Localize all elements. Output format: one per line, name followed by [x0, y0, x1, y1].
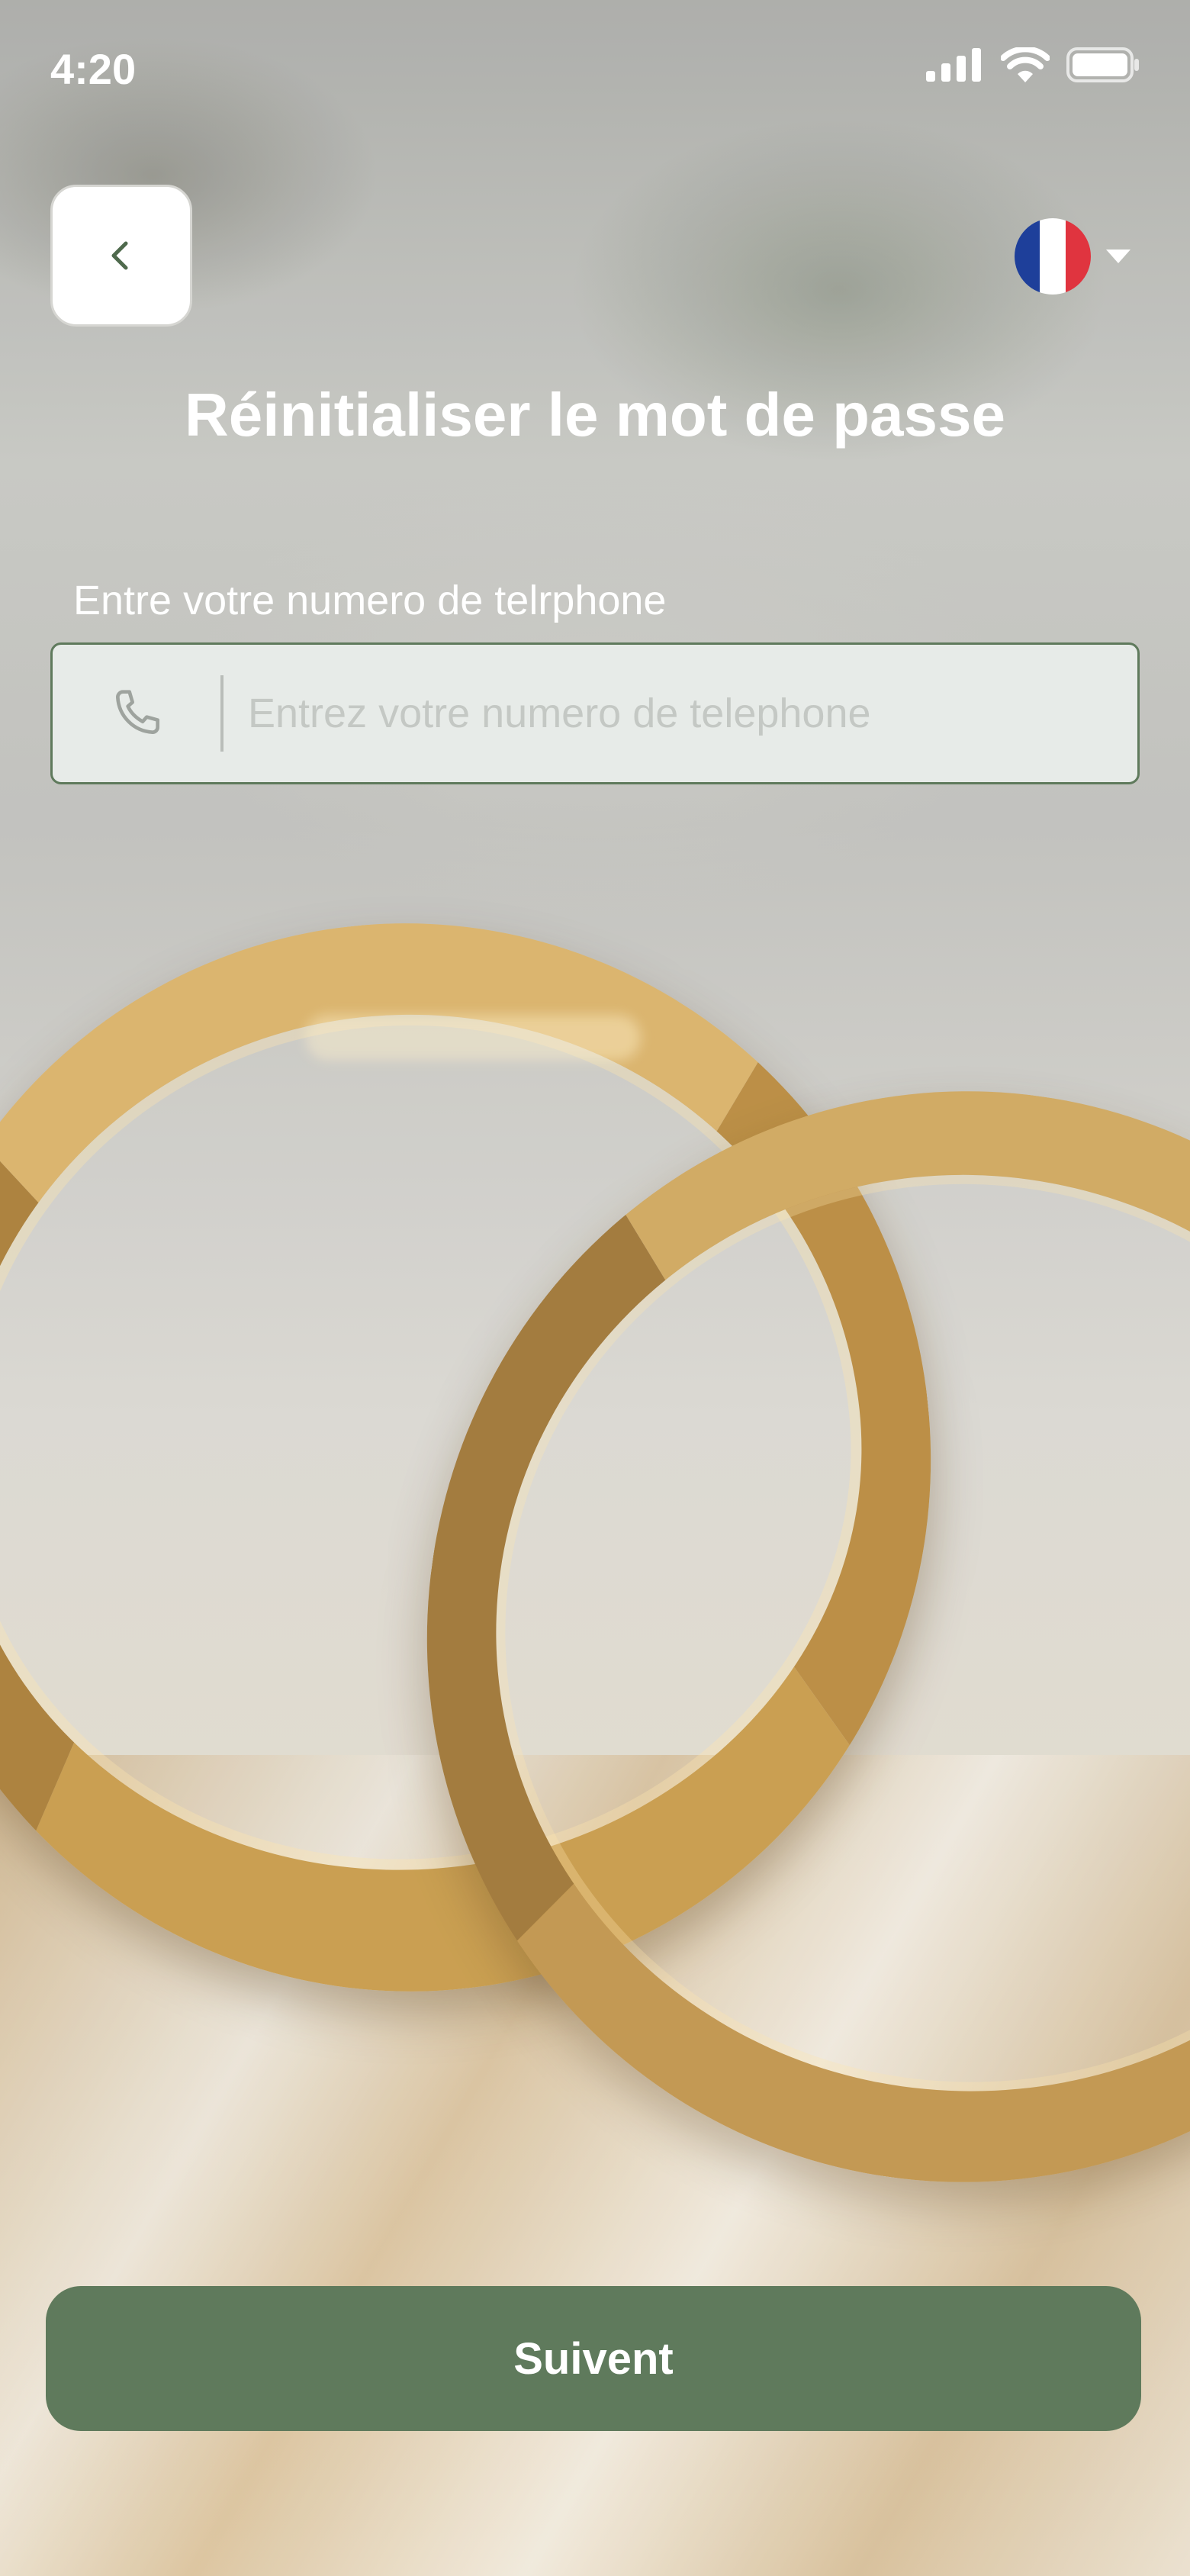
phone-icon-wrapper — [53, 683, 220, 744]
wifi-icon — [1001, 47, 1050, 82]
field-divider — [220, 675, 224, 752]
status-icons — [926, 47, 1140, 82]
phone-field[interactable] — [50, 642, 1140, 784]
chevron-left-icon — [111, 241, 128, 270]
back-button[interactable] — [50, 185, 192, 327]
next-button[interactable]: Suivent — [46, 2286, 1141, 2431]
page-title: Réinitialiser le mot de passe — [185, 381, 1005, 449]
caret-down-icon — [1106, 250, 1130, 263]
status-time: 4:20 — [50, 45, 137, 93]
phone-input[interactable] — [246, 689, 1137, 738]
phone-field-label: Entre votre numero de telrphone — [73, 578, 667, 623]
battery-icon — [1066, 47, 1139, 82]
france-flag-icon — [1015, 218, 1091, 295]
phone-icon — [116, 690, 160, 734]
reset-password-screen: 4:20 Réinitialiser le mot de passe Entre… — [0, 0, 1190, 2576]
cellular-signal-icon — [926, 48, 981, 82]
language-selector[interactable] — [1015, 218, 1132, 295]
